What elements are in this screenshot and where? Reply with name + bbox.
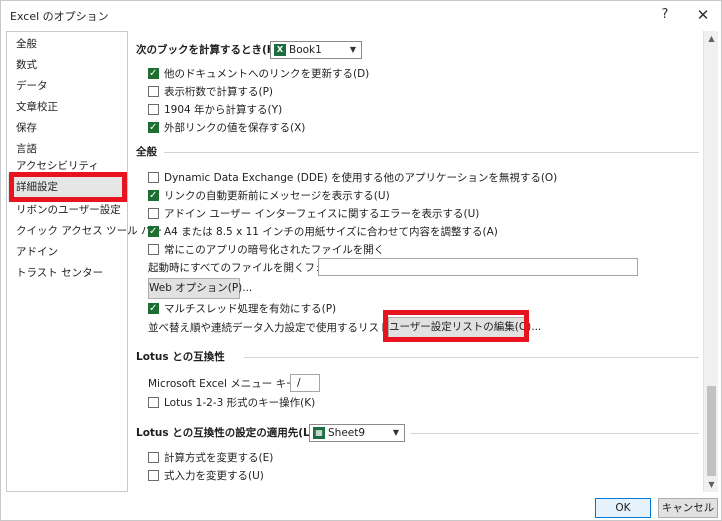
title-bar: Excel のオプション ? ✕ (1, 1, 721, 31)
sidebar-item-proofing[interactable]: 文章校正 (16, 98, 58, 116)
sidebar-item-formulas[interactable]: 数式 (16, 56, 37, 74)
sidebar-item-general[interactable]: 全般 (16, 35, 37, 53)
section-divider (244, 357, 699, 358)
section-divider (164, 152, 699, 153)
lotus-settings-label: Lotus との互換性の設定の適用先(L): (136, 427, 319, 439)
web-options-button[interactable]: Web オプション(P)... (148, 278, 252, 299)
checkbox[interactable] (148, 223, 159, 241)
checkbox-label: マルチスレッド処理を有効にする(P) (164, 303, 337, 315)
menu-key-input[interactable]: / (290, 374, 320, 392)
checkbox-label: 他のドキュメントへのリンクを更新する(D) (164, 68, 370, 80)
sheet-select[interactable]: ▦ Sheet9 ▼ (309, 424, 405, 442)
worksheet-icon: ▦ (313, 427, 325, 439)
excel-workbook-icon: X (274, 44, 286, 56)
checkbox-label: 計算方式を変更する(E) (164, 452, 274, 464)
close-icon[interactable]: ✕ (691, 5, 715, 25)
sidebar-item-data[interactable]: データ (16, 77, 48, 95)
custom-list-highlight-box (383, 310, 529, 342)
checkbox[interactable] (148, 187, 159, 205)
scroll-up-icon[interactable]: ▲ (704, 31, 719, 46)
options-sidebar: 全般 数式 データ 文章校正 保存 言語 アクセシビリティ 詳細設定 リボンのユ… (6, 31, 162, 492)
chevron-down-icon: ▼ (349, 45, 356, 54)
sidebar-item-language[interactable]: 言語 (16, 140, 37, 158)
excel-options-dialog: Excel のオプション ? ✕ 全般 数式 データ 文章校正 保存 言語 アク… (0, 0, 722, 521)
checkbox-label: アドイン ユーザー インターフェイスに関するエラーを表示する(U) (164, 208, 480, 220)
checkbox[interactable] (148, 300, 159, 318)
checkbox[interactable] (148, 65, 159, 83)
startup-folder-input[interactable] (318, 258, 638, 276)
sidebar-item-customize-ribbon[interactable]: リボンのユーザー設定 (16, 201, 121, 219)
lotus-compat-heading: Lotus との互換性 (136, 351, 225, 363)
sidebar-item-save[interactable]: 保存 (16, 119, 37, 137)
workbook-select[interactable]: X Book1 ▼ (270, 41, 362, 59)
checkbox[interactable] (148, 470, 159, 481)
workbook-calc-label: 次のブックを計算するとき(H): (136, 44, 285, 56)
checkbox[interactable] (148, 119, 159, 137)
dialog-title: Excel のオプション (10, 10, 109, 23)
sidebar-item-addins[interactable]: アドイン (16, 243, 58, 261)
checkbox-label: 表示桁数で計算する(P) (164, 86, 274, 98)
checkbox[interactable] (148, 244, 159, 255)
help-icon[interactable]: ? (653, 5, 677, 25)
checkbox[interactable] (148, 86, 159, 97)
scroll-thumb[interactable] (707, 386, 716, 476)
workbook-select-value: Book1 (289, 44, 322, 56)
general-heading: 全般 (136, 146, 157, 158)
checkbox-label: A4 または 8.5 x 11 インチの用紙サイズに合わせて内容を調整する(A) (164, 226, 498, 238)
advanced-highlight-box (9, 172, 127, 202)
checkbox-label: 外部リンクの値を保存する(X) (164, 122, 306, 134)
checkbox[interactable] (148, 172, 159, 183)
ok-button[interactable]: OK (595, 498, 651, 518)
checkbox-label: 常にこのアプリの暗号化されたファイルを開く (164, 244, 385, 256)
checkbox[interactable] (148, 104, 159, 115)
checkbox-label: Dynamic Data Exchange (DDE) を使用する他のアプリケー… (164, 172, 558, 184)
scroll-down-icon[interactable]: ▼ (704, 477, 719, 492)
checkbox-label: リンクの自動更新前にメッセージを表示する(U) (164, 190, 390, 202)
sidebar-item-trust-center[interactable]: トラスト センター (16, 264, 103, 282)
cancel-button[interactable]: キャンセル (658, 498, 718, 518)
checkbox[interactable] (148, 397, 159, 408)
checkbox-label: 1904 年から計算する(Y) (164, 104, 283, 116)
checkbox[interactable] (148, 452, 159, 463)
vertical-scrollbar[interactable]: ▲ ▼ (703, 31, 718, 492)
chevron-down-icon: ▼ (392, 428, 399, 437)
section-divider (410, 433, 699, 434)
checkbox-label: Lotus 1-2-3 形式のキー操作(K) (164, 397, 316, 409)
advanced-options-panel: 次のブックを計算するとき(H): X Book1 ▼ 他のドキュメントへのリンク… (136, 31, 703, 492)
sheet-select-value: Sheet9 (328, 427, 366, 439)
checkbox-label: 式入力を変更する(U) (164, 470, 264, 482)
checkbox[interactable] (148, 208, 159, 219)
